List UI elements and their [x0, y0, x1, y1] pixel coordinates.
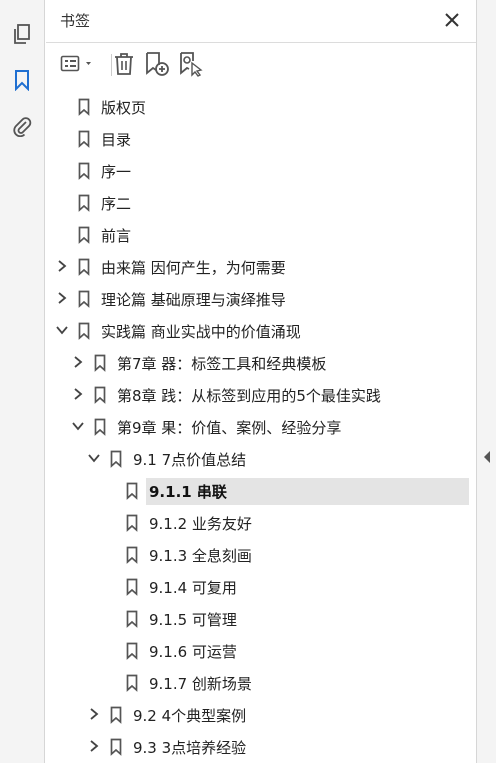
bookmark-label: 序二: [101, 195, 132, 213]
options-menu-icon[interactable]: [60, 51, 96, 77]
bookmark-ribbon-icon: [94, 386, 106, 404]
bookmark-label: 9.1.3 全息刻画: [149, 547, 252, 565]
bookmark-item[interactable]: 第8章 践：从标签到应用的5个最佳实践: [46, 380, 476, 410]
bookmark-label: 9.1.2 业务友好: [149, 515, 252, 533]
bookmark-item[interactable]: 9.1.1 串联: [46, 476, 476, 506]
bookmark-search-icon[interactable]: [178, 51, 204, 77]
bookmark-label: 第9章 果：价值、案例、经验分享: [117, 419, 342, 437]
bookmark-item[interactable]: 9.1 7点价值总结: [46, 444, 476, 474]
bookmark-label: 第8章 践：从标签到应用的5个最佳实践: [117, 387, 381, 405]
bookmark-item[interactable]: 序二: [46, 188, 476, 218]
bookmark-item[interactable]: 第7章 器：标签工具和经典模板: [46, 348, 476, 378]
bookmark-item[interactable]: 目录: [46, 124, 476, 154]
bookmark-ribbon-icon: [78, 130, 90, 148]
bookmark-label: 目录: [101, 131, 132, 149]
bookmark-label: 前言: [101, 227, 132, 245]
bookmark-ribbon-icon: [78, 194, 90, 212]
bookmark-item[interactable]: 前言: [46, 220, 476, 250]
bookmark-ribbon-icon: [78, 226, 90, 244]
bookmark-label: 9.1 7点价值总结: [133, 451, 247, 469]
bookmark-item[interactable]: 9.1.7 创新场景: [46, 668, 476, 698]
bookmark-ribbon-icon: [126, 514, 138, 532]
chevron-down-icon[interactable]: [86, 450, 102, 466]
bookmark-ribbon-icon: [78, 322, 90, 340]
attachment-icon[interactable]: [8, 112, 36, 140]
bookmark-label: 9.1.7 创新场景: [149, 675, 252, 693]
bookmark-label: 9.1.5 可管理: [149, 611, 237, 629]
new-bookmark-icon[interactable]: [144, 51, 170, 77]
bookmark-ribbon-icon: [78, 162, 90, 180]
bookmark-ribbon-icon: [78, 98, 90, 116]
bookmark-ribbon-icon: [126, 674, 138, 692]
bookmark-item[interactable]: 9.1.3 全息刻画: [46, 540, 476, 570]
bookmark-item[interactable]: 9.1.5 可管理: [46, 604, 476, 634]
bookmark-ribbon-icon: [126, 610, 138, 628]
bookmark-label: 实践篇 商业实战中的价值涌现: [101, 323, 301, 341]
close-icon[interactable]: [440, 8, 464, 32]
collapse-arrow-icon[interactable]: [482, 450, 492, 464]
bookmark-ribbon-icon: [110, 450, 122, 468]
bookmark-item[interactable]: 9.2 4个典型案例: [46, 700, 476, 730]
bookmark-label: 版权页: [101, 99, 147, 117]
bookmark-item[interactable]: 9.1.2 业务友好: [46, 508, 476, 538]
bookmark-label: 理论篇 基础原理与演绎推导: [101, 291, 286, 309]
bookmark-ribbon-icon: [126, 578, 138, 596]
bookmark-toolbar: [46, 43, 476, 85]
chevron-right-icon[interactable]: [70, 386, 86, 402]
bookmark-item[interactable]: 序一: [46, 156, 476, 186]
bookmark-label: 序一: [101, 163, 132, 181]
bookmark-icon[interactable]: [8, 66, 36, 94]
bookmark-item[interactable]: 版权页: [46, 92, 476, 122]
bookmark-ribbon-icon: [110, 706, 122, 724]
bookmark-item[interactable]: 9.1.4 可复用: [46, 572, 476, 602]
bookmark-ribbon-icon: [126, 546, 138, 564]
bookmark-ribbon-icon: [126, 642, 138, 660]
bookmark-item[interactable]: 9.3 3点培养经验: [46, 732, 476, 762]
delete-icon[interactable]: [112, 51, 136, 77]
chevron-right-icon[interactable]: [86, 706, 102, 722]
bookmark-label: 9.1.1 串联: [149, 483, 227, 501]
bookmark-item[interactable]: 实践篇 商业实战中的价值涌现: [46, 316, 476, 346]
chevron-right-icon[interactable]: [86, 738, 102, 754]
bookmark-item[interactable]: 理论篇 基础原理与演绎推导: [46, 284, 476, 314]
panel-header: 书签: [46, 0, 476, 43]
bookmark-label: 9.1.4 可复用: [149, 579, 237, 597]
chevron-right-icon[interactable]: [70, 354, 86, 370]
bookmark-label: 第7章 器：标签工具和经典模板: [117, 355, 327, 373]
bookmark-label: 由来篇 因何产生，为何需要: [101, 259, 286, 277]
bookmark-ribbon-icon: [78, 258, 90, 276]
bookmark-ribbon-icon: [126, 482, 138, 500]
bookmark-ribbon-icon: [78, 290, 90, 308]
right-collapse-bar: [476, 0, 496, 763]
pages-icon[interactable]: [8, 20, 36, 48]
bookmark-label: 9.2 4个典型案例: [133, 707, 247, 725]
bookmark-label: 9.1.6 可运营: [149, 643, 237, 661]
bookmarks-panel: 书签 版权页目录序一序二前言由来篇 因何产生，为何需要 理论篇 基础原理与演绎推导…: [46, 0, 476, 763]
bookmark-item[interactable]: 第9章 果：价值、案例、经验分享: [46, 412, 476, 442]
bookmark-item[interactable]: 9.1.6 可运营: [46, 636, 476, 666]
chevron-down-icon[interactable]: [54, 322, 70, 338]
panel-title: 书签: [60, 12, 91, 30]
navigation-sidebar: [0, 0, 45, 763]
bookmark-item[interactable]: 由来篇 因何产生，为何需要: [46, 252, 476, 282]
chevron-right-icon[interactable]: [54, 258, 70, 274]
bookmark-ribbon-icon: [110, 738, 122, 756]
chevron-right-icon[interactable]: [54, 290, 70, 306]
bookmark-ribbon-icon: [94, 418, 106, 436]
bookmark-ribbon-icon: [94, 354, 106, 372]
chevron-down-icon[interactable]: [70, 418, 86, 434]
bookmark-label: 9.3 3点培养经验: [133, 739, 247, 757]
